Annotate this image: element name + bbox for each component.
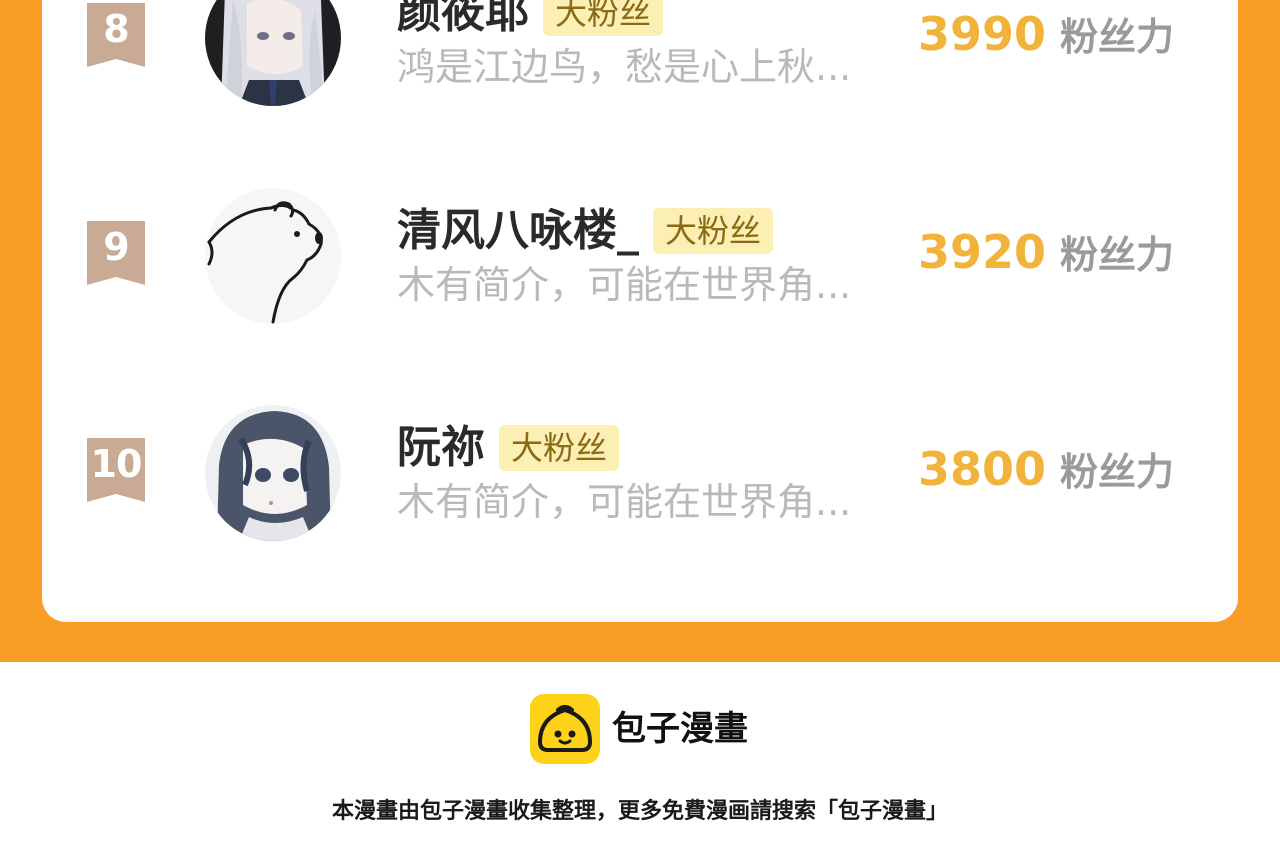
fan-level-badge: 大粉丝 <box>653 208 774 254</box>
leaderboard-row[interactable]: 9 清风八咏楼_ 大粉丝 木有简介，可能在世界角... 3920 粉丝力 <box>0 188 1280 328</box>
brand-name[interactable]: 包子漫畫 <box>612 706 748 752</box>
fan-score-unit: 粉丝力 <box>1060 15 1175 59</box>
rank-ribbon: 10 <box>85 438 147 502</box>
fan-score-value: 3800 <box>918 442 1047 496</box>
user-name[interactable]: 清风八咏楼_ <box>397 203 639 259</box>
rank-number: 10 <box>90 442 143 486</box>
leaderboard-row[interactable]: 8 颜筱耶 大粉丝 鸿是江边鸟，愁是心上秋... 3990 粉丝力 <box>0 0 1280 110</box>
fan-score: 3800 粉丝力 <box>918 441 1174 501</box>
user-avatar[interactable] <box>205 405 341 541</box>
fan-score: 3920 粉丝力 <box>918 224 1174 284</box>
rank-ribbon: 8 <box>85 3 147 67</box>
user-avatar[interactable] <box>205 188 341 324</box>
fan-level-badge: 大粉丝 <box>499 425 620 471</box>
polar-bear-sketch-avatar-icon <box>205 188 341 324</box>
fan-level-badge: 大粉丝 <box>543 0 664 36</box>
rank-number: 8 <box>103 7 129 51</box>
fan-score-unit: 粉丝力 <box>1060 233 1175 277</box>
user-bio: 木有简介，可能在世界角... <box>397 480 852 524</box>
fan-score-unit: 粉丝力 <box>1060 450 1175 494</box>
leaderboard-row[interactable]: 10 阮祢 大粉丝 木有简介，可能在世界角... 3800 粉丝力 <box>0 405 1280 545</box>
user-avatar[interactable] <box>205 0 341 106</box>
bun-logo-icon[interactable] <box>530 694 600 764</box>
user-name[interactable]: 颜筱耶 <box>397 0 529 41</box>
user-name-line: 清风八咏楼_ 大粉丝 <box>397 203 774 259</box>
user-name-line: 阮祢 大粉丝 <box>397 420 620 476</box>
user-name-line: 颜筱耶 大粉丝 <box>397 0 664 41</box>
user-bio: 鸿是江边鸟，愁是心上秋... <box>397 45 852 89</box>
fan-score-value: 3990 <box>918 7 1047 61</box>
rank-number: 9 <box>103 225 129 269</box>
rank-ribbon: 9 <box>85 221 147 285</box>
fan-score-value: 3920 <box>918 225 1047 279</box>
fan-score: 3990 粉丝力 <box>918 6 1174 66</box>
user-bio: 木有简介，可能在世界角... <box>397 263 852 307</box>
footer-note: 本漫畫由包子漫畫收集整理，更多免費漫画請搜索「包子漫畫」 <box>331 799 948 824</box>
user-name[interactable]: 阮祢 <box>397 420 485 476</box>
anime-girl-dark-hair-avatar-icon <box>205 405 341 541</box>
anime-girl-white-hair-avatar-icon <box>205 0 341 106</box>
